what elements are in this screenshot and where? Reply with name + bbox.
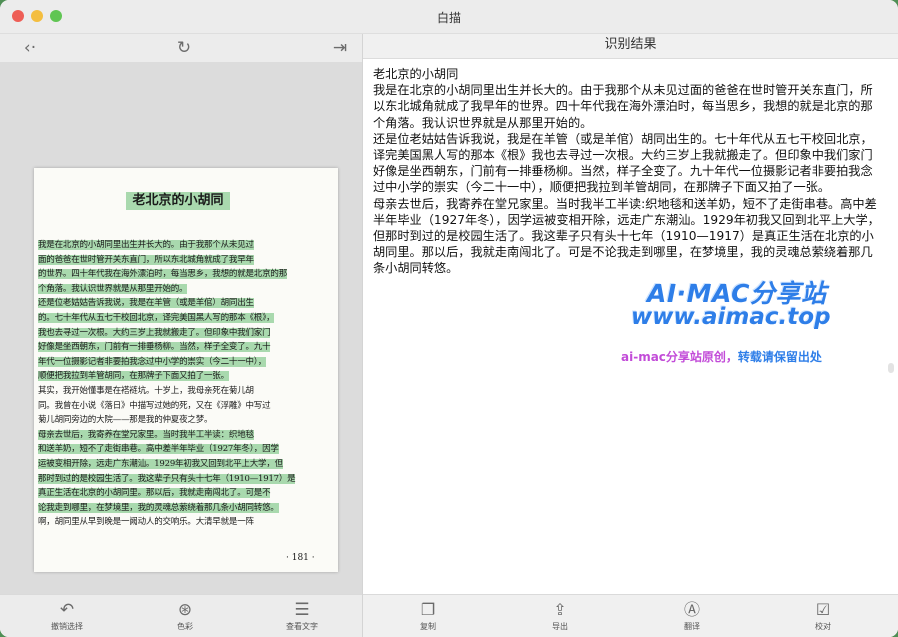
page-line: 那时到过的是校园生活了。我这辈子只有头十七年（1910—1917）是 [38,473,296,484]
page-line: 还是位老姑姑告诉我说，我是在羊管（或是羊倌）胡同出生 [38,298,254,309]
proofread-button[interactable]: ☑ 校对 [798,599,848,632]
list-icon: ☰ [294,600,310,620]
page-line: 我是在北京的小胡同里出生并长大的。由于我那个从未见过 [38,240,254,250]
app-window: 白描 ‹· ↻ ⇥ 老北京的小胡同 我是在北京的小胡同里出生并长大的。由于我那个… [0,0,898,637]
window-title: 白描 [436,11,461,25]
copy-button[interactable]: ❐ 复制 [403,599,453,632]
page-line: 面的爸爸在世时管开关东直门，所以东北城角就成了我早年 [38,254,254,265]
left-toolbar: ‹· ↻ ⇥ [0,34,362,62]
page-line: 啊，胡同里从早到晚是一阙动人的交响乐。大清早就是一阵 [38,517,254,528]
scroll-handle[interactable] [888,363,894,373]
color-button[interactable]: ⊛ 色彩 [155,599,215,632]
copy-label: 复制 [420,622,436,631]
page-number: · 181 · [286,553,315,563]
scanned-page: 老北京的小胡同 我是在北京的小胡同里出生并长大的。由于我那个从未见过 面的爸爸在… [34,168,338,572]
result-header: 识别结果 [363,34,898,59]
result-text-area[interactable]: 老北京的小胡同 我是在北京的小胡同里出生并长大的。由于我那个从未见过面的爸爸在世… [373,66,883,277]
export-image-icon[interactable]: ⇥ [330,38,350,58]
page-line: 运被变相开除，远走广东潮汕。1929年初我又回到北平上大学，但 [38,458,283,469]
page-line: 和送羊奶，短不了走街串巷。高中差半年毕业（1927年冬），因学 [38,444,279,455]
proofread-icon: ☑ [815,600,831,619]
export-label: 导出 [552,622,568,631]
watermark-notice-b: 转载请保留出处 [737,350,822,364]
left-bottom-toolbar: ↶ 撤销选择 ⊛ 色彩 ☰ 查看文字 [0,594,362,637]
page-line: 好像是坐西朝东，门前有一排垂杨柳。当然，样子全变了。九十 [38,342,271,353]
image-preview: 老北京的小胡同 我是在北京的小胡同里出生并长大的。由于我那个从未见过 面的爸爸在… [0,62,362,594]
page-line: 的世界。四十年代我在海外漂泊时，每当思乡，我想的就是北京的那 [38,269,288,280]
undo-selection-label: 撤销选择 [51,622,83,631]
translate-button[interactable]: Ⓐ 翻译 [667,599,717,632]
view-text-label: 查看文字 [286,622,318,631]
watermark-notice-a: ai-mac分享站原创， [621,350,738,364]
page-line: 其实，我开始懂事是在褡裢坑。十岁上，我母亲死在菊儿胡 [38,385,254,396]
result-pane: 识别结果 老北京的小胡同 我是在北京的小胡同里出生并长大的。由于我那个从未见过面… [363,34,898,637]
copy-icon: ❐ [420,600,436,619]
page-line: 论我走到哪里，在梦境里，我的灵魂总萦绕着那几条小胡同转悠。 [38,502,279,513]
result-paragraph: 还是位老姑姑告诉我说，我是在羊管（或是羊倌）胡同出生的。七十年代从五七干校回北京… [373,131,873,195]
page-line: 真正生活在北京的小胡同里。那以后，我就走南闯北了。可是不 [38,488,271,499]
watermark-url: www.aimac.top [631,304,831,330]
page-line: 个角落。我认识世界就是从那里开始的。 [38,283,188,294]
page-title: 老北京的小胡同 [126,192,230,210]
color-label: 色彩 [177,622,193,631]
result-paragraph: 母亲去世后，我寄养在堂兄家里。当时我半工半读:织地毯和送羊奶，短不了走街串巷。高… [373,196,880,276]
export-icon: ⇪ [553,600,567,619]
title-bar: 白描 [0,0,898,34]
undo-selection-button[interactable]: ↶ 撤销选择 [37,599,97,632]
result-paragraph: 老北京的小胡同 [373,67,459,81]
page-line: 年代一位摄影记者非要拍我念过中小学的崇实（今二十一中）， [38,356,267,367]
page-line: 我也去寻过一次根。大约三岁上我就搬走了。但印象中我们家门 [38,327,271,338]
undo-icon: ↶ [59,600,75,620]
back-icon[interactable]: ‹· [20,38,40,58]
color-icon: ⊛ [177,600,193,620]
page-line: 母亲去世后，我寄养在堂兄家里。当时我半工半读：织地毯 [38,429,254,440]
right-bottom-toolbar: ❐ 复制 ⇪ 导出 Ⓐ 翻译 ☑ 校对 [363,594,898,637]
image-pane: ‹· ↻ ⇥ 老北京的小胡同 我是在北京的小胡同里出生并长大的。由于我那个从未见… [0,34,363,637]
page-line: 菊儿胡同旁边的大院——那是我的仲夏夜之梦。 [38,415,213,426]
page-text: 我是在北京的小胡同里出生并长大的。由于我那个从未见过 面的爸爸在世时管开关东直门… [38,238,334,530]
export-button[interactable]: ⇪ 导出 [535,599,585,632]
translate-label: 翻译 [684,622,700,631]
page-line: 同。我曾在小说《落日》中描写过她的死，又在《浮雕》中写过 [38,400,271,411]
proofread-label: 校对 [815,622,831,631]
refresh-icon[interactable]: ↻ [174,38,194,58]
page-line: 的。七十年代从五七干校回北京，译完美国黑人写的那本《根》， [38,312,275,323]
watermark-notice: ai-mac分享站原创，转载请保留出处 [621,348,822,365]
result-paragraph: 我是在北京的小胡同里出生并长大的。由于我那个从未见过面的爸爸在世时管开关东直门，… [373,83,873,130]
view-text-button[interactable]: ☰ 查看文字 [272,599,332,632]
page-line: 顺便把我拉到羊管胡同，在那牌子下面又拍了一张。 [38,371,229,382]
translate-icon: Ⓐ [683,600,700,619]
